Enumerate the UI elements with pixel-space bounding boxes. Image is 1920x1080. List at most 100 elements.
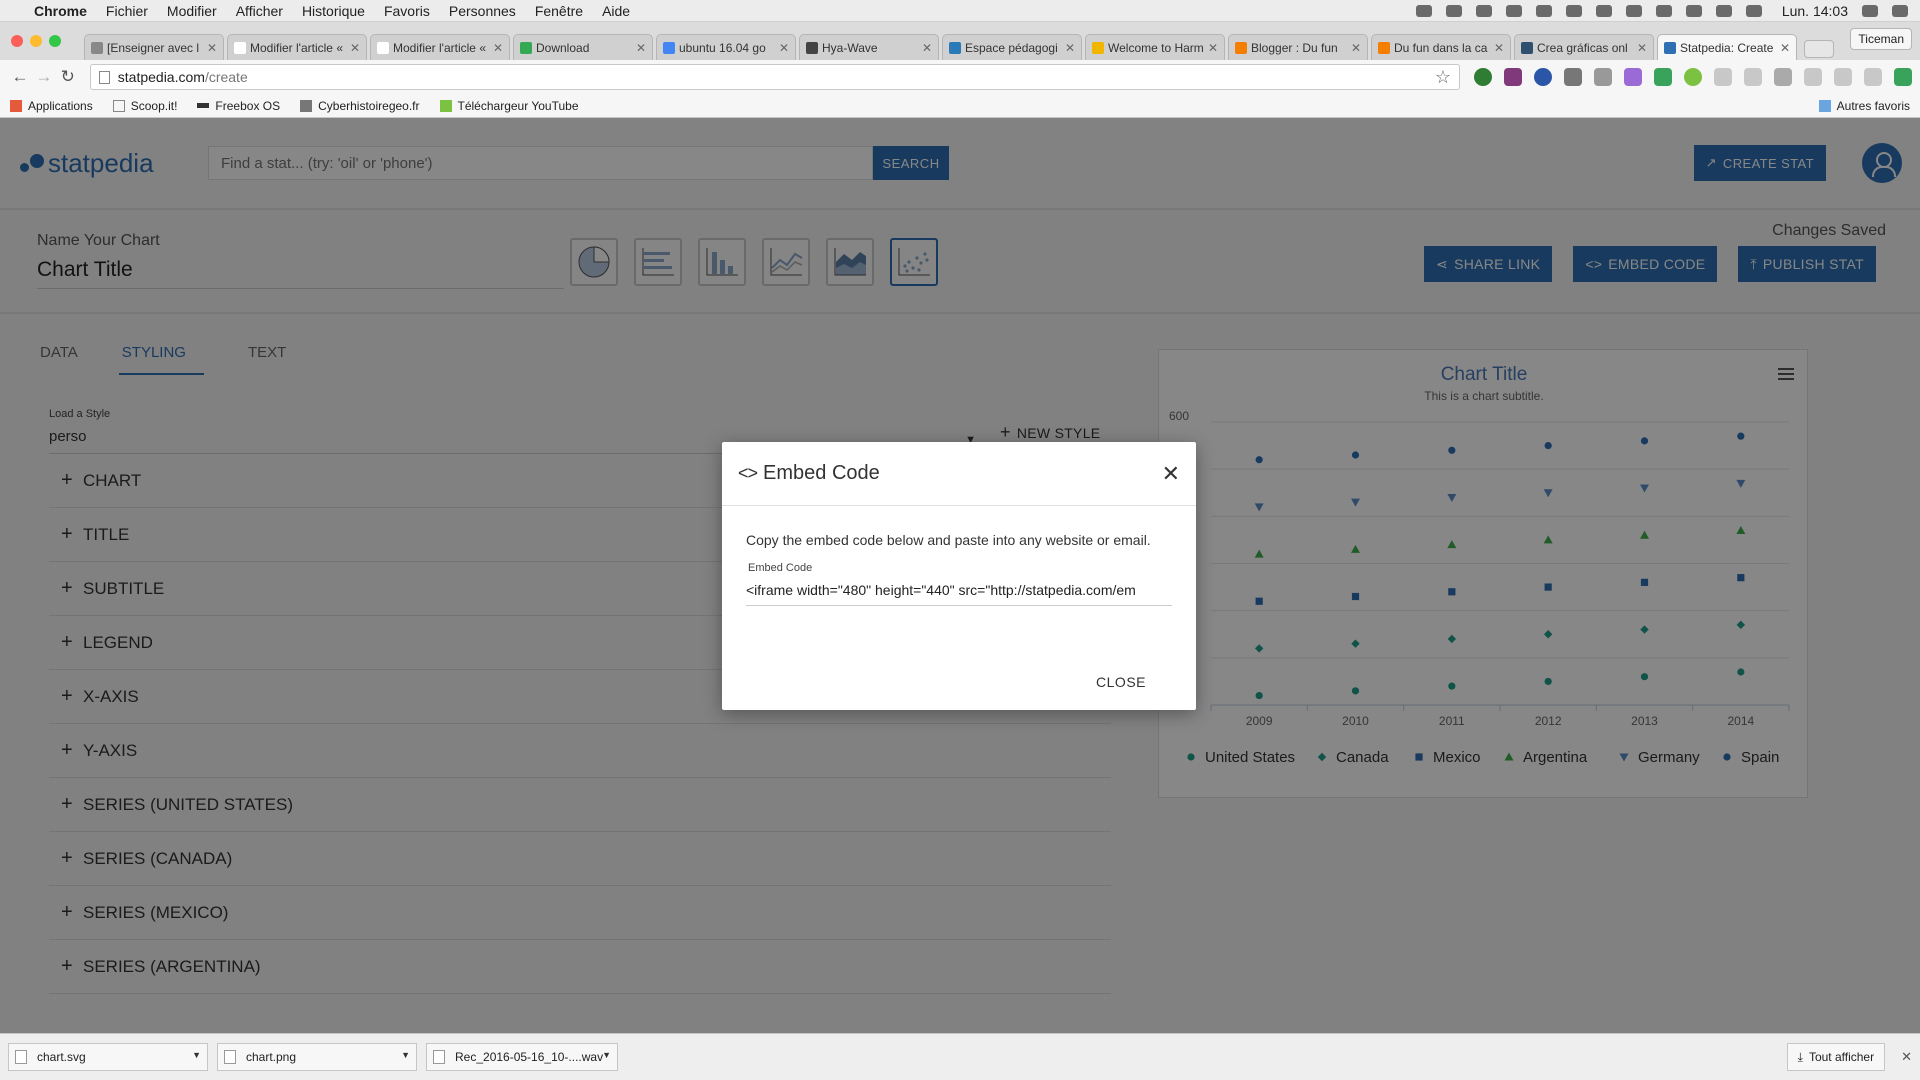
browser-tab[interactable]: Download ✕ [513, 34, 653, 60]
tab-close-icon[interactable]: ✕ [1351, 41, 1361, 55]
file-icon [224, 1050, 236, 1064]
menu-clock[interactable]: Lun. 14:03 [1782, 3, 1848, 19]
reload-icon[interactable]: ↻ [56, 67, 80, 87]
close-button[interactable]: CLOSE [1096, 674, 1146, 690]
back-icon[interactable]: ← [8, 67, 32, 87]
tab-close-icon[interactable]: ✕ [922, 41, 932, 55]
tab-close-icon[interactable]: ✕ [779, 41, 789, 55]
address-bar[interactable]: statpedia.com/create ☆ [89, 64, 1461, 90]
cyberhistoire-icon [300, 99, 313, 112]
chevron-down-icon[interactable]: ▼ [192, 1050, 201, 1060]
bookmark-star-icon[interactable]: ☆ [1435, 67, 1451, 88]
browser-tab[interactable]: Espace pédagogi ✕ [942, 34, 1082, 60]
tray-wifi-icon[interactable] [1715, 4, 1732, 17]
download-item[interactable]: chart.svg ▼ [8, 1043, 208, 1071]
chevron-down-icon[interactable]: ▼ [401, 1050, 410, 1060]
bookmark-cyberhistoire[interactable]: Cyberhistoiregeo.fr [300, 99, 420, 113]
tray-eject-icon[interactable] [1625, 4, 1642, 17]
close-icon[interactable]: ✕ [1162, 461, 1180, 487]
file-icon [15, 1050, 27, 1064]
link-extension-icon[interactable] [1714, 68, 1733, 86]
print-extension-icon[interactable] [1654, 68, 1673, 86]
browser-tab[interactable]: ubuntu 16.04 go ✕ [656, 34, 796, 60]
download-item[interactable]: chart.png ▼ [217, 1043, 417, 1071]
camera-icon[interactable] [1594, 68, 1613, 86]
stamp-extension-icon[interactable] [1564, 68, 1583, 86]
tray-disk-icon[interactable] [1565, 4, 1582, 17]
menu-fenetre[interactable]: Fenêtre [535, 3, 583, 19]
rss-icon[interactable] [1834, 68, 1853, 86]
tray-app-icon[interactable] [1505, 4, 1522, 17]
browser-tab[interactable]: Modifier l'article « ✕ [370, 34, 510, 60]
menu-afficher[interactable]: Afficher [236, 3, 283, 19]
tag-extension-icon[interactable] [1864, 68, 1883, 86]
tab-close-icon[interactable]: ✕ [1780, 41, 1790, 55]
menu-favoris[interactable]: Favoris [384, 3, 430, 19]
browser-tab[interactable]: Hya-Wave ✕ [799, 34, 939, 60]
browser-tab[interactable]: Blogger : Du fun ✕ [1228, 34, 1368, 60]
menu-personnes[interactable]: Personnes [449, 3, 516, 19]
spotlight-search-icon[interactable] [1862, 4, 1878, 17]
forward-icon[interactable]: → [32, 67, 56, 87]
browser-tab[interactable]: Welcome to Harm ✕ [1085, 34, 1225, 60]
pen-extension-icon[interactable] [1624, 68, 1643, 86]
menu-fichier[interactable]: Fichier [106, 3, 148, 19]
tray-box-icon[interactable] [1475, 4, 1492, 17]
grid-extension-icon[interactable] [1804, 68, 1823, 86]
bookmark-freebox[interactable]: Freebox OS [197, 99, 280, 113]
tray-cloud2-icon[interactable] [1535, 4, 1552, 17]
tab-close-icon[interactable]: ✕ [1065, 41, 1075, 55]
profile-button[interactable]: Ticeman [1850, 28, 1912, 50]
tray-bluetooth-icon[interactable] [1685, 4, 1702, 17]
tray-display-icon[interactable] [1595, 4, 1612, 17]
browser-tab[interactable]: Crea gráficas onl ✕ [1514, 34, 1654, 60]
bookmark-scoopit[interactable]: Scoop.it! [112, 99, 177, 113]
tab-favicon-icon [234, 41, 246, 54]
tab-close-icon[interactable]: ✕ [1494, 41, 1504, 55]
chevron-down-icon[interactable]: ▼ [602, 1050, 611, 1060]
tab-close-icon[interactable]: ✕ [1637, 41, 1647, 55]
tray-cloud-icon[interactable] [1445, 4, 1462, 17]
menu-app-name[interactable]: Chrome [34, 3, 87, 19]
tab-close-icon[interactable]: ✕ [207, 41, 217, 55]
download-arrow-icon [439, 99, 452, 112]
green-circle-icon[interactable] [1684, 68, 1703, 86]
browser-tab[interactable]: Statpedia: Create ✕ [1657, 34, 1797, 60]
bookmark-youtube-downloader[interactable]: Téléchargeur YouTube [439, 99, 579, 113]
tab-close-icon[interactable]: ✕ [636, 41, 646, 55]
tray-time-machine-icon[interactable] [1655, 4, 1672, 17]
tray-volume-icon[interactable] [1745, 4, 1762, 17]
bookmarks-bar: Applications Scoop.it! Freebox OS Cyberh… [0, 94, 1920, 118]
embed-code-field[interactable]: <iframe width="480" height="440" src="ht… [746, 578, 1172, 606]
notification-center-icon[interactable] [1892, 4, 1908, 17]
show-all-downloads-button[interactable]: ⤓ Tout afficher [1786, 1043, 1886, 1071]
tab-close-icon[interactable]: ✕ [350, 41, 360, 55]
chrome-menu-icon[interactable] [1894, 68, 1913, 86]
embed-code-dialog: <> Embed Code ✕ Copy the embed code belo… [722, 442, 1196, 710]
evernote-icon[interactable] [1474, 68, 1493, 86]
browser-tab[interactable]: [Enseigner avec l ✕ [84, 34, 224, 60]
browser-tab[interactable]: Modifier l'article « ✕ [227, 34, 367, 60]
menu-aide[interactable]: Aide [602, 3, 630, 19]
bookmark-applications[interactable]: Applications [10, 99, 93, 113]
embed-code-field-label: Embed Code [748, 562, 813, 574]
tray-download-icon[interactable] [1415, 4, 1432, 17]
menu-historique[interactable]: Historique [302, 3, 365, 19]
tab-close-icon[interactable]: ✕ [493, 41, 503, 55]
minimize-window-icon[interactable] [30, 35, 42, 47]
tab-close-icon[interactable]: ✕ [1208, 41, 1218, 55]
browser-tab[interactable]: Du fun dans la ca ✕ [1371, 34, 1511, 60]
k-extension-icon[interactable] [1534, 68, 1553, 86]
onenote-icon[interactable] [1504, 68, 1523, 86]
bookmark-label: Applications [28, 98, 93, 113]
cloud-extension-icon[interactable] [1744, 68, 1763, 86]
download-item[interactable]: Rec_2016-05-16_10-....wav ▼ [426, 1043, 618, 1071]
n-extension-icon[interactable] [1774, 68, 1793, 86]
close-window-icon[interactable] [11, 35, 23, 47]
new-tab-button[interactable] [1804, 40, 1834, 58]
close-shelf-icon[interactable]: ✕ [1901, 1049, 1912, 1065]
menu-modifier[interactable]: Modifier [167, 3, 217, 19]
zoom-window-icon[interactable] [49, 35, 61, 47]
bookmark-other-folder[interactable]: Autres favoris [1818, 99, 1910, 113]
tab-title: Download [536, 40, 590, 55]
